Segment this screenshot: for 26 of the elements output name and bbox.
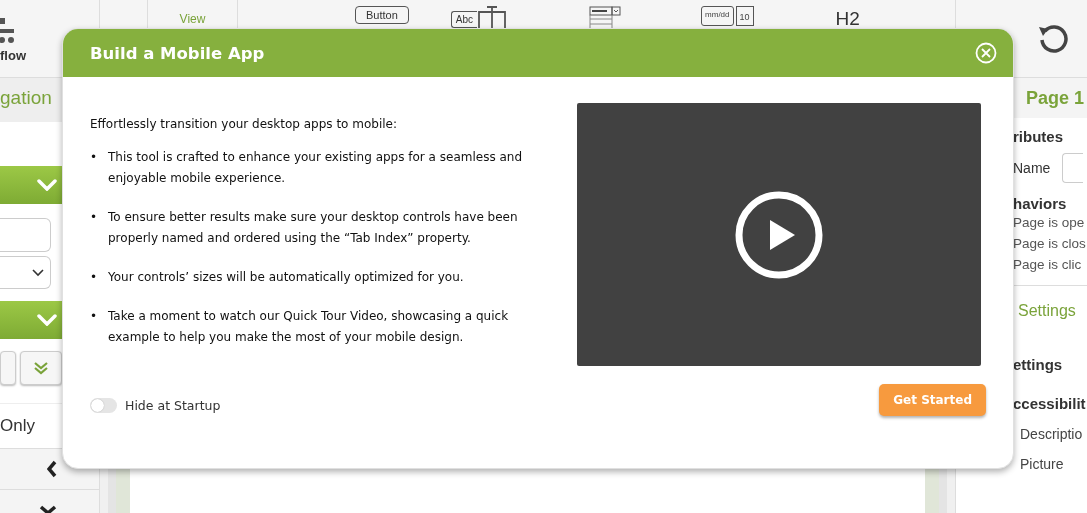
accessibility-item[interactable]: Picture bbox=[1020, 456, 1087, 472]
hide-at-startup-toggle[interactable]: Hide at Startup bbox=[90, 397, 221, 413]
intro-text: Effortlessly transition your desktop apps to mobile: bbox=[90, 117, 399, 131]
button-control[interactable]: Button bbox=[355, 6, 409, 24]
workflow-label[interactable]: flow bbox=[0, 48, 26, 63]
behavior-item[interactable]: Page is clic bbox=[1013, 254, 1087, 275]
bullet-text: Your controls’ sizes will be automatically optimized for you. bbox=[108, 269, 464, 286]
only-label: Only bbox=[0, 416, 35, 436]
bullet-text: Take a moment to watch our Quick Tour Video, showcasing a quick example to help you make the most of your mobile design. bbox=[108, 308, 510, 346]
settings-heading: ettings bbox=[1013, 356, 1064, 373]
accessibility-item[interactable]: Descriptio bbox=[1020, 426, 1087, 442]
bullet-text: To ensure better results make sure your desktop controls have been properly named and ordered using the “Tab Index” property. bbox=[108, 209, 519, 247]
heading-control[interactable]: H2 bbox=[835, 8, 860, 30]
dialog-title: Build a Mobile App bbox=[90, 43, 265, 63]
behavior-item[interactable]: Page is clos bbox=[1013, 233, 1087, 254]
behavior-item[interactable]: Page is ope bbox=[1013, 212, 1087, 233]
bullet-marker: • bbox=[90, 269, 98, 286]
behaviors-heading: haviors bbox=[1013, 195, 1068, 212]
bullet-text: This tool is crafted to enhance your existing apps for a seamless and enjoyable mobile experience. bbox=[108, 149, 524, 187]
bullet-marker: • bbox=[90, 149, 98, 166]
attributes-heading: ributes bbox=[1013, 128, 1064, 145]
bullet-marker: • bbox=[90, 209, 98, 226]
page-title: Page 1 bbox=[1026, 87, 1085, 109]
name-label: Name bbox=[1013, 160, 1051, 176]
accessibility-heading: ccessibilit bbox=[1013, 395, 1087, 412]
bullet-marker: • bbox=[90, 308, 98, 325]
